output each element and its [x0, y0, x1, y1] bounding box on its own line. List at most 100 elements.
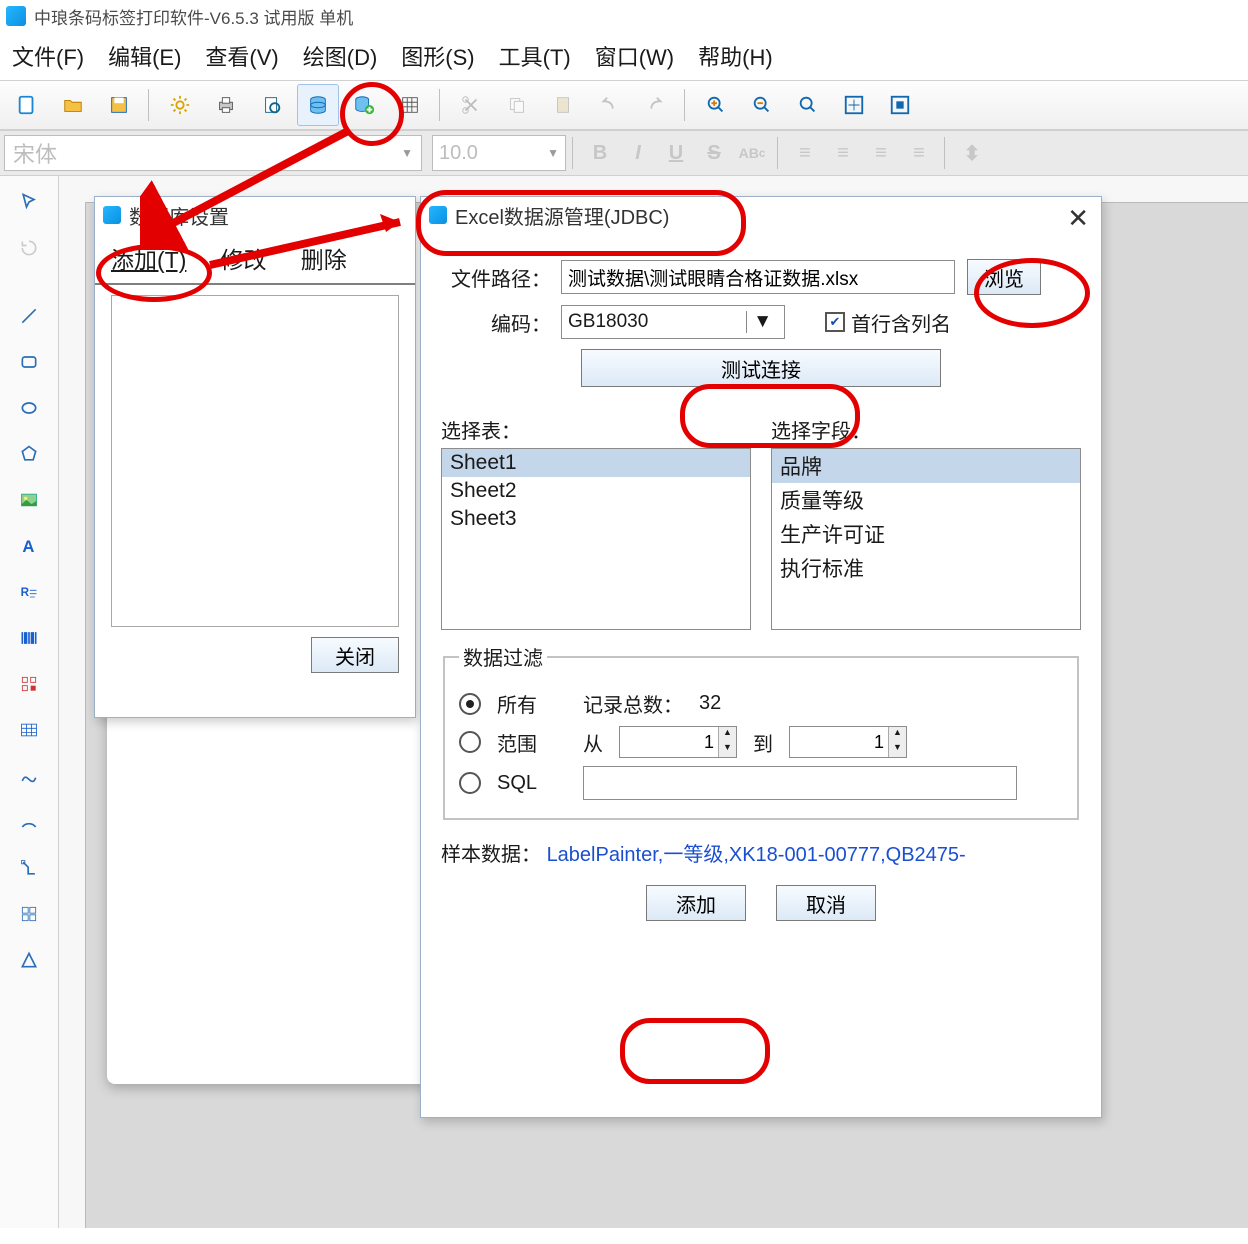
header-row-checkbox[interactable]: 首行含列名 — [825, 308, 951, 337]
open-folder-icon[interactable] — [52, 84, 94, 126]
radio-range[interactable] — [459, 731, 481, 753]
filter-fieldset: 数据过滤 所有 记录总数： 32 范围 从 ▲▼ 到 ▲▼ SQL — [443, 642, 1079, 820]
fit-icon[interactable] — [833, 84, 875, 126]
preview-icon[interactable] — [251, 84, 293, 126]
menu-view[interactable]: 查看(V) — [205, 40, 278, 72]
text-tool-icon[interactable]: A — [7, 524, 51, 568]
select-table-label: 选择表： — [441, 415, 751, 444]
database-add-icon[interactable] — [343, 84, 385, 126]
field-listbox[interactable]: 品牌 质量等级 生产许可证 执行标准 — [771, 448, 1081, 630]
menu-window[interactable]: 窗口(W) — [595, 40, 674, 72]
table-tool-icon[interactable] — [7, 708, 51, 752]
menu-edit[interactable]: 编辑(E) — [108, 40, 181, 72]
ruler-vertical — [59, 202, 86, 1228]
field-row[interactable]: 生产许可证 — [772, 517, 1080, 551]
test-connection-button[interactable]: 测试连接 — [581, 349, 941, 387]
db-settings-dialog: 数据库设置 添加(T) 修改 删除 关闭 — [94, 196, 416, 718]
menu-file[interactable]: 文件(F) — [12, 40, 84, 72]
strike-icon[interactable]: S — [695, 136, 733, 170]
app-titlebar: 中琅条码标签打印软件-V6.5.3 试用版 单机 — [0, 0, 1248, 32]
encoding-select[interactable]: GB18030▼ — [561, 305, 785, 339]
save-icon[interactable] — [98, 84, 140, 126]
path-tool-icon[interactable] — [7, 846, 51, 890]
richtext-tool-icon[interactable]: R — [7, 570, 51, 614]
menu-draw[interactable]: 绘图(D) — [303, 40, 378, 72]
db-tab-add[interactable]: 添加(T) — [105, 233, 192, 283]
bold-icon[interactable]: B — [581, 136, 619, 170]
excel-source-dialog: Excel数据源管理(JDBC) ✕ 文件路径： 浏览 编码： GB18030▼… — [420, 196, 1102, 1118]
ellipse-tool-icon[interactable] — [7, 386, 51, 430]
qrcode-tool-icon[interactable] — [7, 662, 51, 706]
app-logo-icon — [6, 6, 26, 26]
radio-sql[interactable] — [459, 772, 481, 794]
grid-tool-icon[interactable] — [7, 892, 51, 936]
gear-icon[interactable] — [159, 84, 201, 126]
font-size-select[interactable]: 10.0▼ — [432, 135, 566, 171]
align-center-icon[interactable]: ≡ — [824, 136, 862, 170]
line-tool-icon[interactable] — [7, 294, 51, 338]
zoom-out-icon[interactable] — [741, 84, 783, 126]
path-input[interactable] — [561, 260, 955, 294]
font-family-select[interactable]: 宋体▼ — [4, 135, 422, 171]
spacing-icon[interactable]: ⬍ — [953, 136, 991, 170]
align-right-icon[interactable]: ≡ — [862, 136, 900, 170]
zoom-100-icon[interactable] — [787, 84, 829, 126]
db-close-button[interactable]: 关闭 — [311, 637, 399, 673]
field-row[interactable]: 执行标准 — [772, 551, 1080, 585]
filter-legend: 数据过滤 — [459, 642, 547, 671]
table-row[interactable]: Sheet2 — [442, 477, 750, 505]
align-left-icon[interactable]: ≡ — [786, 136, 824, 170]
curve-tool-icon[interactable] — [7, 754, 51, 798]
grid-icon[interactable] — [389, 84, 431, 126]
arc-tool-icon[interactable] — [7, 800, 51, 844]
table-row[interactable]: Sheet1 — [442, 449, 750, 477]
new-doc-icon[interactable] — [6, 84, 48, 126]
align-justify-icon[interactable]: ≡ — [900, 136, 938, 170]
copy-icon[interactable] — [496, 84, 538, 126]
close-icon[interactable]: ✕ — [1067, 203, 1089, 234]
fit-page-icon[interactable] — [879, 84, 921, 126]
undo-icon[interactable] — [588, 84, 630, 126]
sql-input[interactable] — [583, 766, 1017, 800]
polygon-tool-icon[interactable] — [7, 432, 51, 476]
excel-dialog-title: Excel数据源管理(JDBC) — [455, 201, 669, 230]
db-list[interactable] — [111, 295, 399, 627]
barcode-tool-icon[interactable] — [7, 616, 51, 660]
count-label: 记录总数： — [583, 689, 683, 718]
db-tab-modify[interactable]: 修改 — [215, 233, 273, 283]
print-icon[interactable] — [205, 84, 247, 126]
rotate-tool-icon[interactable] — [7, 226, 51, 270]
menu-help[interactable]: 帮助(H) — [698, 40, 773, 72]
sample-value: LabelPainter,一等级,XK18-001-00777,QB2475- — [547, 844, 966, 866]
image-tool-icon[interactable] — [7, 478, 51, 522]
underline-icon[interactable]: U — [657, 136, 695, 170]
select-tool-icon[interactable] — [7, 180, 51, 224]
add-button[interactable]: 添加 — [646, 885, 746, 921]
format-toolbar: 宋体▼ 10.0▼ B I U S ABc ≡ ≡ ≡ ≡ ⬍ — [0, 130, 1248, 176]
superscript-icon[interactable]: ABc — [733, 136, 771, 170]
db-tab-delete[interactable]: 删除 — [295, 233, 353, 283]
italic-icon[interactable]: I — [619, 136, 657, 170]
triangle-tool-icon[interactable] — [7, 938, 51, 982]
cancel-button[interactable]: 取消 — [776, 885, 876, 921]
radio-all[interactable] — [459, 693, 481, 715]
to-spinner[interactable]: ▲▼ — [789, 726, 907, 758]
browse-button[interactable]: 浏览 — [967, 259, 1041, 295]
zoom-in-icon[interactable] — [695, 84, 737, 126]
svg-text:A: A — [22, 537, 34, 556]
database-icon[interactable] — [297, 84, 339, 126]
cut-icon[interactable] — [450, 84, 492, 126]
paste-icon[interactable] — [542, 84, 584, 126]
ruler-corner — [59, 176, 86, 203]
menu-bar: 文件(F) 编辑(E) 查看(V) 绘图(D) 图形(S) 工具(T) 窗口(W… — [0, 32, 1248, 80]
rect-tool-icon[interactable] — [7, 340, 51, 384]
menu-shape[interactable]: 图形(S) — [401, 40, 474, 72]
table-row[interactable]: Sheet3 — [442, 505, 750, 533]
app-title: 中琅条码标签打印软件-V6.5.3 试用版 单机 — [34, 4, 353, 29]
from-spinner[interactable]: ▲▼ — [619, 726, 737, 758]
menu-tool[interactable]: 工具(T) — [499, 40, 571, 72]
field-row[interactable]: 质量等级 — [772, 483, 1080, 517]
table-listbox[interactable]: Sheet1 Sheet2 Sheet3 — [441, 448, 751, 630]
field-row[interactable]: 品牌 — [772, 449, 1080, 483]
redo-icon[interactable] — [634, 84, 676, 126]
